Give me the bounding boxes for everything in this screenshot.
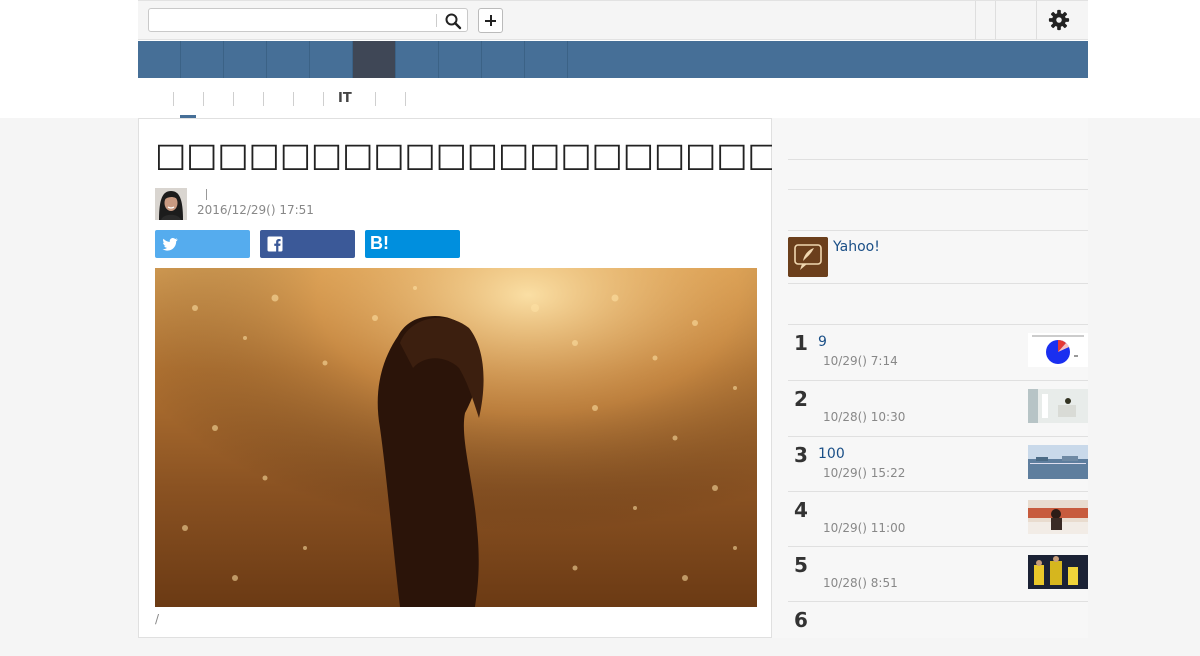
- ranking-item[interactable]: 1 9 10/29() 7:14: [788, 324, 1088, 379]
- rank-number: 2: [794, 387, 808, 411]
- ranking-item[interactable]: 3 100 10/29() 15:22: [788, 436, 1088, 491]
- rank-number: 5: [794, 553, 808, 577]
- rank-number: 1: [794, 331, 808, 355]
- subtab[interactable]: [406, 86, 434, 118]
- rank-number: 4: [794, 498, 808, 522]
- subtab-active[interactable]: [174, 86, 202, 118]
- subcategory-tabs: IT: [138, 86, 1088, 119]
- subtab-divider: [405, 92, 406, 106]
- author-avatar[interactable]: [155, 188, 187, 220]
- subtab-label: IT: [338, 91, 352, 106]
- article-panel: □□□□□□□□□□□□□□□□□□□□□□□□□ 2016/12/29() 1…: [138, 118, 935, 638]
- search-icon[interactable]: [444, 12, 462, 30]
- subtab-divider: [375, 92, 376, 106]
- subtab[interactable]: [204, 86, 232, 118]
- nav-item[interactable]: [138, 41, 181, 78]
- subtab-divider: [293, 92, 294, 106]
- subtab-divider: [263, 92, 264, 106]
- rank-time: 10/29() 15:22: [823, 466, 906, 480]
- rank-time: 10/28() 8:51: [823, 576, 898, 590]
- add-button[interactable]: [478, 8, 503, 33]
- rank-thumbnail[interactable]: [1028, 333, 1088, 367]
- facebook-icon: [267, 236, 283, 252]
- subtab[interactable]: [264, 86, 292, 118]
- rank-time: 10/28() 10:30: [823, 410, 906, 424]
- subtab-divider: [173, 92, 174, 106]
- sidebar-divider: [788, 189, 1088, 190]
- ranking-item[interactable]: 6: [788, 601, 1088, 656]
- twitter-share-button[interactable]: [155, 230, 250, 258]
- subtab-divider: [233, 92, 234, 106]
- rank-thumbnail[interactable]: [1028, 500, 1088, 534]
- rank-title[interactable]: 100: [818, 446, 845, 462]
- rank-time: 10/29() 7:14: [823, 354, 898, 368]
- nav-item[interactable]: [525, 41, 568, 78]
- twitter-icon: [162, 238, 178, 251]
- rank-title[interactable]: 9: [818, 334, 827, 350]
- photo-caption: /: [155, 612, 160, 626]
- search-divider: [436, 14, 437, 27]
- ranking-item[interactable]: 2 10/28() 10:30: [788, 380, 1088, 435]
- publish-date: 2016/12/29() 17:51: [197, 203, 314, 217]
- gear-icon[interactable]: [1048, 9, 1070, 31]
- nav-item[interactable]: [310, 41, 353, 78]
- rank-number: 3: [794, 443, 808, 467]
- nav-item[interactable]: [181, 41, 224, 78]
- article-photo: [155, 268, 757, 607]
- search-box: [148, 8, 468, 32]
- rank-thumbnail[interactable]: [1028, 389, 1088, 423]
- subtab[interactable]: [376, 86, 404, 118]
- header-divider: [995, 1, 996, 40]
- author-divider: [206, 189, 207, 200]
- header-divider: [975, 1, 976, 40]
- ranking-item[interactable]: 4 10/29() 11:00: [788, 491, 1088, 546]
- yahoo-promo-link[interactable]: Yahoo!: [833, 239, 880, 255]
- subtab-divider: [203, 92, 204, 106]
- sidebar-divider: [788, 283, 1088, 284]
- rank-number: 6: [794, 608, 808, 632]
- nav-item[interactable]: [396, 41, 439, 78]
- sidebar-divider: [788, 159, 1088, 160]
- quill-icon[interactable]: [788, 237, 828, 277]
- ranking-item[interactable]: 5 10/28() 8:51: [788, 546, 1088, 601]
- subtab-divider: [323, 92, 324, 106]
- category-nav: [138, 41, 1088, 78]
- rank-thumbnail[interactable]: [1028, 555, 1088, 589]
- nav-item[interactable]: [482, 41, 525, 78]
- rank-thumbnail[interactable]: [1028, 445, 1088, 479]
- search-input[interactable]: [153, 11, 437, 31]
- rank-time: 10/29() 11:00: [823, 521, 906, 535]
- nav-item[interactable]: [224, 41, 267, 78]
- header-divider: [1036, 1, 1037, 40]
- subtab[interactable]: [234, 86, 262, 118]
- hatena-bookmark-button[interactable]: B!: [365, 230, 460, 258]
- article-title: □□□□□□□□□□□□□□□□□□□□□□□□□: [155, 135, 935, 174]
- nav-item-active[interactable]: [353, 41, 396, 78]
- hatena-bookmark-icon: B!: [370, 233, 389, 253]
- nav-item[interactable]: [439, 41, 482, 78]
- sidebar-divider: [788, 230, 1088, 231]
- nav-item[interactable]: [267, 41, 310, 78]
- facebook-share-button[interactable]: [260, 230, 355, 258]
- subtab[interactable]: [294, 86, 322, 118]
- site-header: [138, 0, 1088, 40]
- sidebar: Yahoo! 1 9 10/29() 7:14 2 10/28() 10:30: [772, 118, 1088, 638]
